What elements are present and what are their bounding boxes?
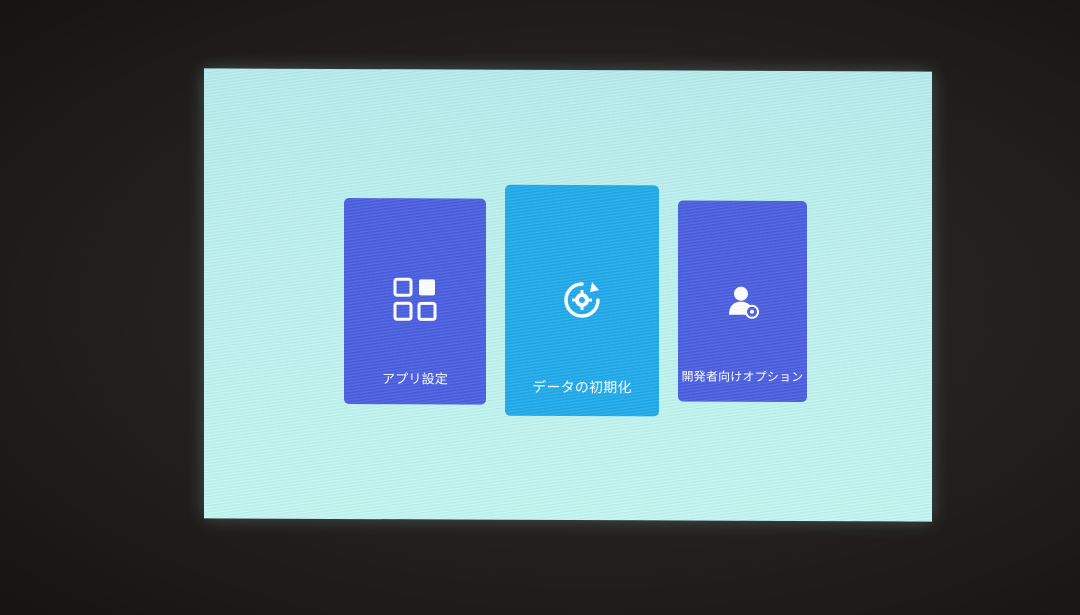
app-settings-label: アプリ設定 [381, 372, 448, 388]
app-settings-card[interactable]: アプリ設定 [344, 198, 486, 405]
apps-grid-icon [393, 277, 437, 325]
projection-room: アプリ設定 データの初期化 開発者向けオプション [0, 0, 1080, 615]
factory-reset-label: データの初期化 [532, 379, 632, 397]
developer-user-icon [726, 285, 760, 323]
factory-reset-icon [561, 279, 603, 325]
factory-reset-card[interactable]: データの初期化 [505, 184, 659, 417]
developer-options-label: 開発者向けオプション [681, 369, 804, 385]
projected-screen: アプリ設定 データの初期化 開発者向けオプション [204, 68, 932, 522]
developer-options-card[interactable]: 開発者向けオプション [678, 200, 807, 403]
